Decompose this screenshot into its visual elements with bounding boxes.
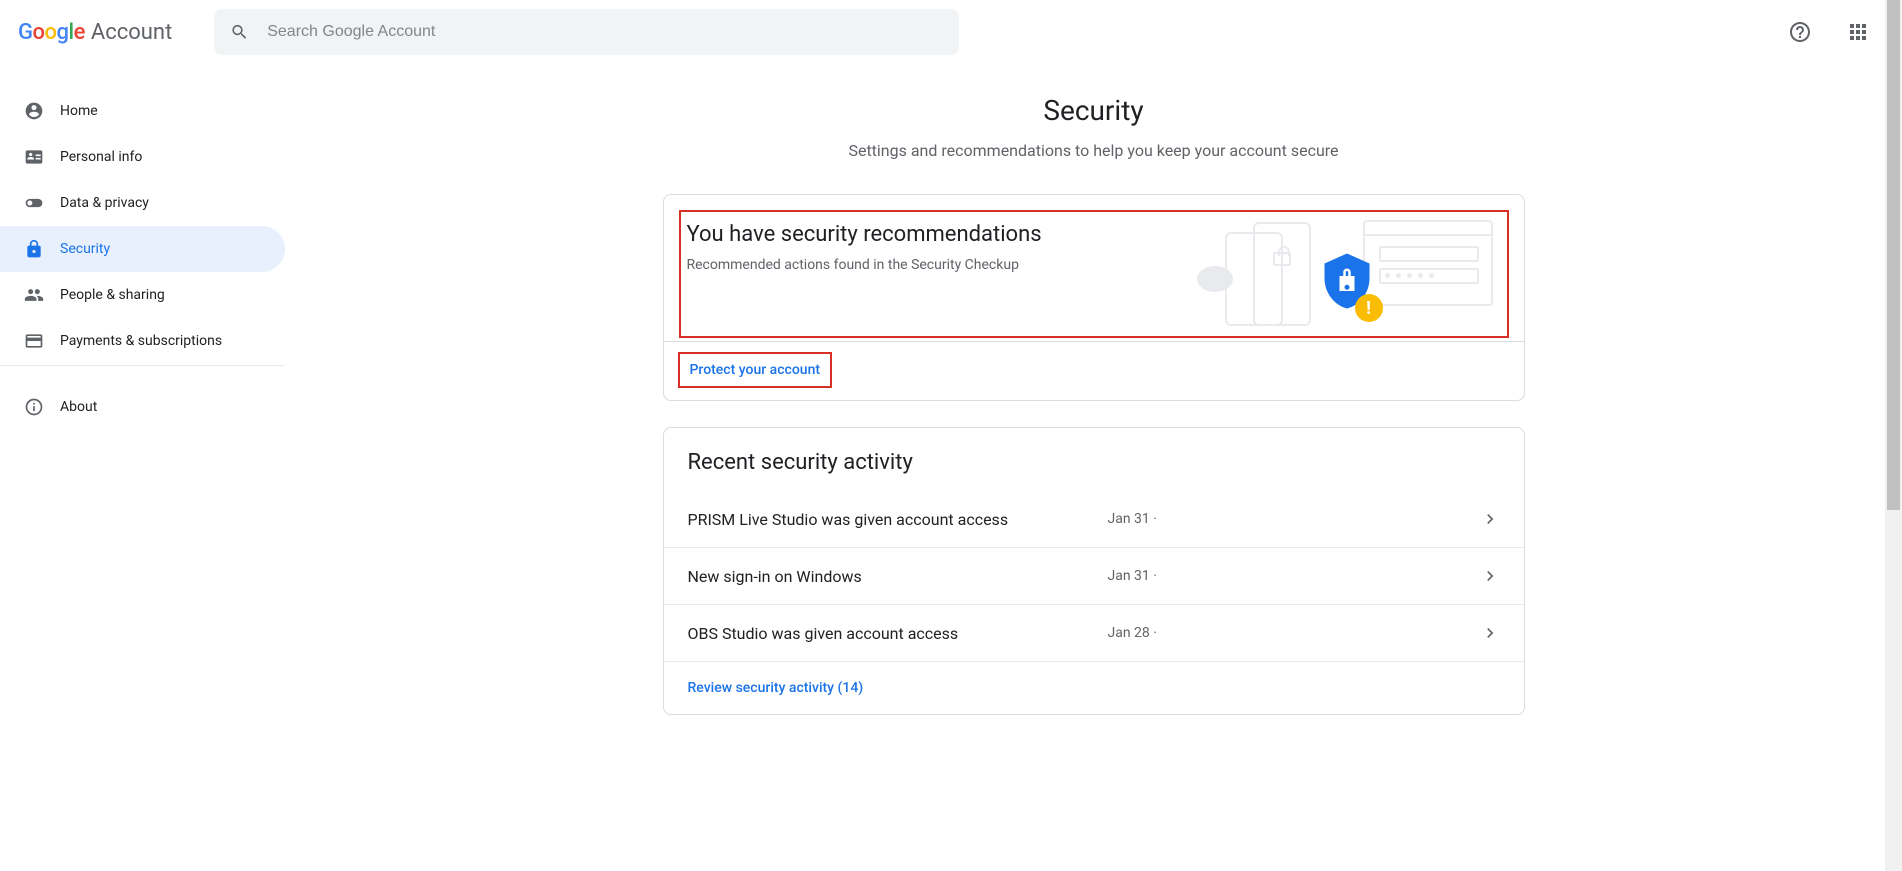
sidebar-item-home[interactable]: Home bbox=[0, 88, 285, 134]
home-icon bbox=[24, 101, 44, 121]
activity-section-title: Recent security activity bbox=[664, 428, 1524, 491]
logo-letter-e: e bbox=[74, 20, 85, 45]
recommendations-highlight: You have security recommendations Recomm… bbox=[679, 210, 1509, 338]
search-box[interactable] bbox=[214, 9, 959, 55]
activity-label: PRISM Live Studio was given account acce… bbox=[688, 510, 1108, 529]
activity-label: New sign-in on Windows bbox=[688, 567, 1108, 586]
sidebar-item-label: Data & privacy bbox=[60, 195, 149, 211]
logo-letter-o2: o bbox=[44, 20, 56, 45]
main-content: Security Settings and recommendations to… bbox=[285, 64, 1902, 715]
sidebar-item-label: Payments & subscriptions bbox=[60, 333, 222, 349]
recommendations-subtitle: Recommended actions found in the Securit… bbox=[687, 257, 1197, 273]
sidebar-item-label: Home bbox=[60, 103, 98, 119]
sidebar-item-payments[interactable]: Payments & subscriptions bbox=[0, 318, 285, 364]
sidebar-item-label: About bbox=[60, 399, 97, 415]
sidebar-item-label: Personal info bbox=[60, 149, 142, 165]
sidebar: Home Personal info Data & privacy Securi… bbox=[0, 64, 285, 715]
recommendations-title: You have security recommendations bbox=[687, 222, 1197, 247]
sidebar-item-label: Security bbox=[60, 241, 110, 257]
chevron-right-icon bbox=[1480, 509, 1500, 529]
account-word: Account bbox=[91, 20, 172, 45]
activity-row[interactable]: OBS Studio was given account access Jan … bbox=[664, 604, 1524, 661]
sidebar-item-about[interactable]: About bbox=[0, 384, 285, 430]
search-icon bbox=[230, 22, 249, 42]
google-account-logo[interactable]: Google Account bbox=[18, 20, 172, 45]
logo-letter-g: G bbox=[18, 20, 33, 45]
people-icon bbox=[24, 285, 44, 305]
vertical-scrollbar[interactable] bbox=[1885, 0, 1902, 871]
google-logo-text: Google bbox=[18, 20, 85, 45]
id-card-icon bbox=[24, 147, 44, 167]
sidebar-item-data-privacy[interactable]: Data & privacy bbox=[0, 180, 285, 226]
apps-icon bbox=[1846, 20, 1870, 44]
card-icon bbox=[24, 331, 44, 351]
activity-row[interactable]: PRISM Live Studio was given account acce… bbox=[664, 491, 1524, 547]
sidebar-item-security[interactable]: Security bbox=[0, 226, 285, 272]
apps-button[interactable] bbox=[1838, 12, 1878, 52]
activity-date: Jan 28 · bbox=[1108, 625, 1157, 641]
scrollbar-thumb[interactable] bbox=[1887, 0, 1900, 510]
search-input[interactable] bbox=[267, 23, 943, 41]
page-title: Security bbox=[1043, 94, 1143, 127]
recent-activity-card: Recent security activity PRISM Live Stud… bbox=[663, 427, 1525, 715]
sidebar-item-label: People & sharing bbox=[60, 287, 165, 303]
sidebar-item-people-sharing[interactable]: People & sharing bbox=[0, 272, 285, 318]
chevron-right-icon bbox=[1480, 623, 1500, 643]
logo-letter-g2: g bbox=[56, 20, 68, 45]
sidebar-item-personal-info[interactable]: Personal info bbox=[0, 134, 285, 180]
help-button[interactable] bbox=[1780, 12, 1820, 52]
info-icon bbox=[24, 397, 44, 417]
toggle-icon bbox=[24, 193, 44, 213]
security-recommendations-card: You have security recommendations Recomm… bbox=[663, 194, 1525, 401]
activity-date: Jan 31 · bbox=[1108, 568, 1157, 584]
activity-label: OBS Studio was given account access bbox=[688, 624, 1108, 643]
lock-icon bbox=[24, 239, 44, 259]
protect-account-button[interactable]: Protect your account bbox=[678, 352, 833, 388]
header-bar: Google Account bbox=[0, 0, 1902, 64]
warning-badge-icon: ! bbox=[1355, 294, 1383, 322]
review-activity-link[interactable]: Review security activity (14) bbox=[664, 661, 1524, 714]
page-subtitle: Settings and recommendations to help you… bbox=[848, 141, 1338, 160]
header-icons bbox=[1780, 12, 1878, 52]
logo-letter-o1: o bbox=[33, 20, 45, 45]
recommendations-illustration: ! bbox=[1197, 212, 1507, 336]
chevron-right-icon bbox=[1480, 566, 1500, 586]
activity-row[interactable]: New sign-in on Windows Jan 31 · bbox=[664, 547, 1524, 604]
activity-date: Jan 31 · bbox=[1108, 511, 1157, 527]
help-icon bbox=[1788, 20, 1812, 44]
